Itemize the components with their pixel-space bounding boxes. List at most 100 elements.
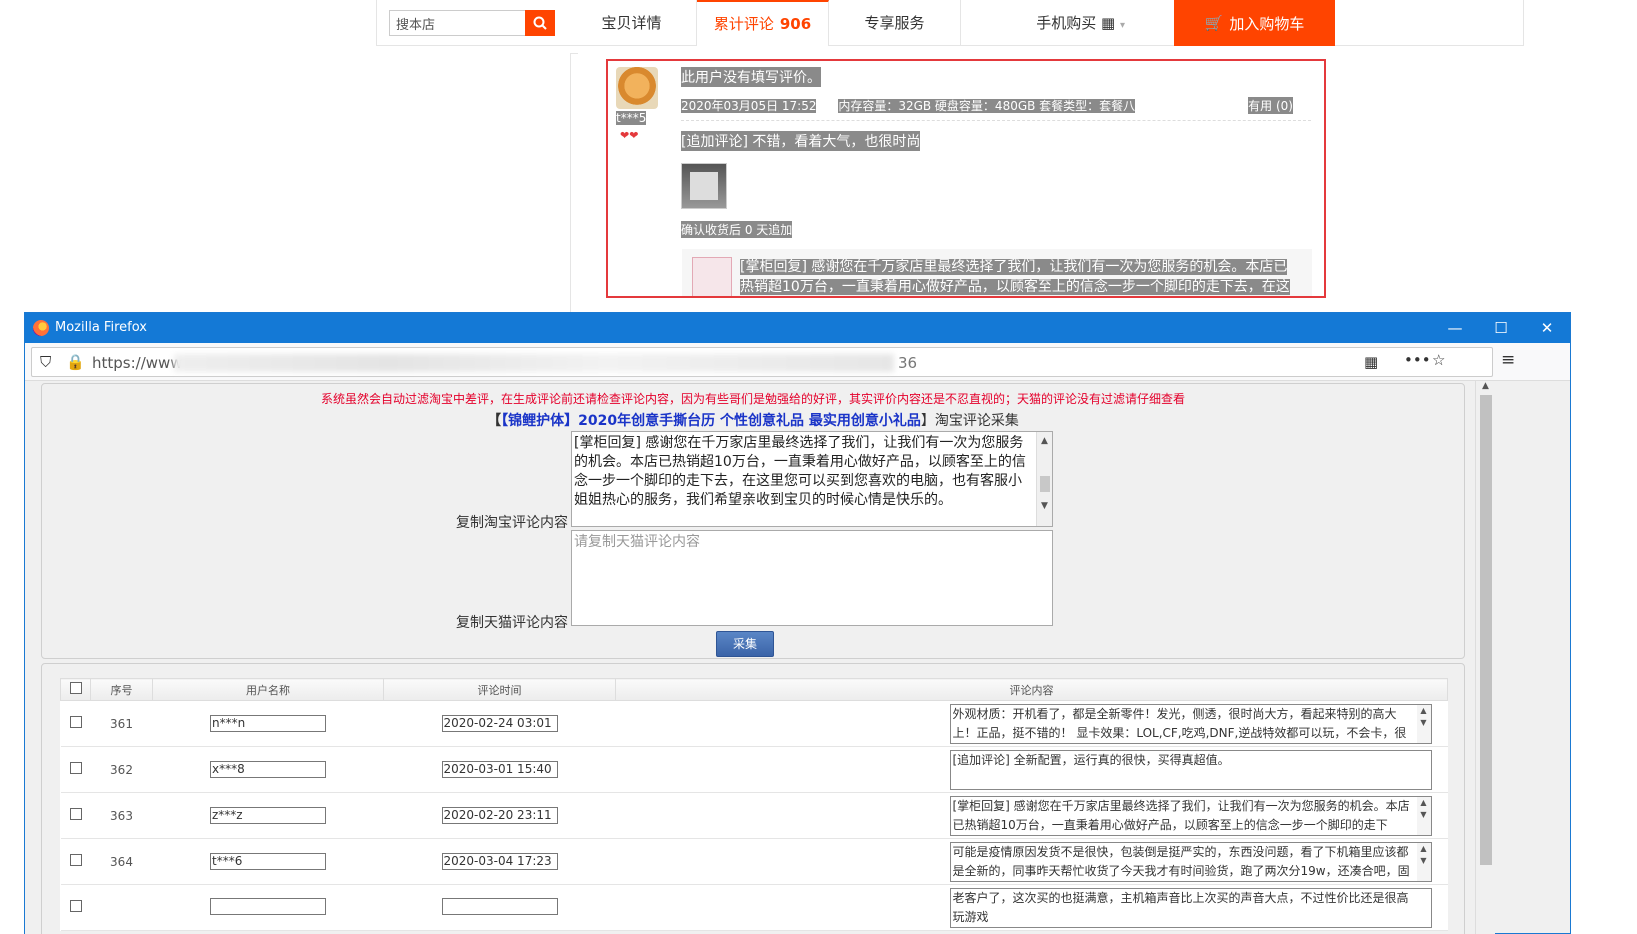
maximize-button[interactable]: ☐	[1478, 313, 1524, 343]
review-append: [追加评论] 不错，看着大气，也很时尚	[681, 131, 921, 151]
product-title: 【【锦鲤护体】2020年创意手撕台历 个性创意礼品 最实用创意小礼品】淘宝评论采…	[42, 410, 1464, 430]
review-specs: 内存容量：32GB 硬盘容量：480GB 套餐类型：套餐八	[838, 99, 1136, 113]
tab-reviews[interactable]: 累计评论 906	[697, 0, 829, 46]
table-row: 363 z***z 2020-02-20 23:11 [掌柜回复] 感谢您在千万…	[60, 792, 1448, 839]
row-comment-cell: 外观材质：开机看了，都是全新零件！发光，侧透，很时尚大方，看起来特别的高大上！正…	[615, 700, 1448, 747]
taobao-review-textarea[interactable]: [掌柜回复] 感谢您在千万家店里最终选择了我们，让我们有一次为您服务的机会。本店…	[571, 431, 1053, 527]
review-table: 序号 用户名称 评论时间 评论内容 361 n***n 2020-02-24 0…	[60, 678, 1448, 931]
row-comment-cell: [追加评论] 全新配置，运行真的很快，买得真超值。	[615, 746, 1448, 793]
row-checkbox[interactable]	[69, 854, 82, 866]
tab-mobile-label: 手机购买	[1036, 14, 1097, 32]
select-all-checkbox[interactable]	[69, 682, 82, 694]
row-time-cell: 2020-03-01 15:40	[383, 746, 616, 793]
tab-mobile-buy[interactable]: 手机购买 ▦ ▾	[961, 0, 1151, 46]
row-select-cell	[60, 838, 91, 885]
tmall-review-textarea[interactable]: 请复制天猫评论内容	[571, 530, 1053, 626]
row-time-input[interactable]: 2020-02-20 23:11	[441, 807, 558, 824]
more-actions-icon[interactable]: •••	[1404, 351, 1431, 369]
shield-icon[interactable]: ⛉	[40, 353, 51, 371]
row-user-input[interactable]: z***z	[210, 807, 326, 824]
row-time-input[interactable]: 2020-03-01 15:40	[441, 761, 558, 778]
row-comment-text: [追加评论] 全新配置，运行真的很快，买得真超值。	[952, 752, 1230, 767]
review-meta: 2020年03月05日 17:52 内存容量：32GB 硬盘容量：480GB 套…	[681, 97, 1311, 121]
product-name[interactable]: 【锦鲤护体】2020年创意手撕台历 个性创意礼品 最实用创意小礼品	[501, 413, 921, 429]
useful-button[interactable]: 有用 (0)	[1248, 97, 1293, 114]
row-comment-text: [掌柜回复] 感谢您在千万家店里最终选择了我们，让我们有一次为您服务的机会。本店…	[952, 798, 1410, 832]
row-no: 364	[90, 838, 153, 885]
textarea-scrollbar[interactable]: ▲ ▼	[1416, 704, 1431, 743]
address-bar[interactable]: ⛉ 🔒 https://www 36 ▦ ••• ☆	[31, 347, 1493, 377]
row-comment-textarea[interactable]: 可能是疫情原因发货不是很快，包装倒是挺严实的，东西没问题，看了下机箱里应该都是全…	[949, 841, 1432, 882]
scroll-up-icon[interactable]: ▲	[1476, 381, 1495, 391]
tab-service[interactable]: 专享服务	[829, 0, 961, 46]
taobao-review-value: [掌柜回复] 感谢您在千万家店里最终选择了我们，让我们有一次为您服务的机会。本店…	[574, 435, 1026, 508]
row-checkbox[interactable]	[69, 716, 82, 728]
select-all-header[interactable]	[60, 678, 91, 701]
review-item-highlighted: t***5 ❤❤ 此用户没有填写评价。 2020年03月05日 17:52 内存…	[606, 59, 1326, 298]
review-photo[interactable]	[681, 163, 727, 209]
url-redacted	[174, 354, 894, 372]
row-comment-cell: 可能是疫情原因发货不是很快，包装倒是挺严实的，东西没问题，看了下机箱里应该都是全…	[615, 838, 1448, 885]
row-time-input[interactable]: 2020-02-24 03:01	[441, 715, 558, 732]
minimize-button[interactable]: —	[1432, 313, 1478, 343]
row-comment-textarea[interactable]: 外观材质：开机看了，都是全新零件！发光，侧透，很时尚大方，看起来特别的高大上！正…	[949, 703, 1432, 744]
row-comment-text: 可能是疫情原因发货不是很快，包装倒是挺严实的，东西没问题，看了下机箱里应该都是全…	[952, 844, 1410, 878]
row-time-cell: 2020-03-04 17:23	[383, 838, 616, 885]
member-badge-icon: ❤❤	[620, 129, 639, 142]
column-header-no[interactable]: 序号	[90, 678, 153, 701]
add-to-cart-button[interactable]: 🛒 加入购物车	[1174, 0, 1335, 46]
row-select-cell	[60, 792, 91, 839]
row-user-input[interactable]	[210, 897, 326, 915]
warning-text: 系统虽然会自动过滤淘宝中差评，在生成评论前还请检查评论内容，因为有些哥们是勉强给…	[320, 392, 1185, 406]
review-text: 此用户没有填写评价。	[681, 67, 821, 87]
row-user-cell: z***z	[152, 792, 384, 839]
review-count: 906	[779, 15, 812, 33]
avatar	[616, 67, 658, 109]
row-time-cell: 2020-02-24 03:01	[383, 700, 616, 747]
tab-reviews-label: 累计评论	[713, 15, 774, 33]
textarea-scrollbar[interactable]: ▲ ▼	[1416, 796, 1431, 835]
qrcode-icon[interactable]: ▦	[1364, 353, 1378, 371]
shop-nav-bar: 搜本店 宝贝详情 累计评论 906 专享服务 手机购买 ▦ ▾ 🛒 加入购物车	[376, 0, 1524, 46]
column-header-user[interactable]: 用户名称	[152, 678, 384, 701]
shop-search-input[interactable]: 搜本店	[389, 10, 527, 36]
row-select-cell	[60, 746, 91, 793]
row-comment-textarea[interactable]: 老客户了，这次买的也挺满意，主机箱声音比上次买的声音大点，不过性价比还是很高玩游…	[949, 887, 1432, 928]
window-title: Mozilla Firefox	[55, 320, 147, 335]
menu-icon[interactable]: ≡	[1501, 350, 1515, 370]
row-comment-textarea[interactable]: [掌柜回复] 感谢您在千万家店里最终选择了我们，让我们有一次为您服务的机会。本店…	[949, 795, 1432, 836]
column-header-comment[interactable]: 评论内容	[615, 678, 1448, 701]
row-user-cell: t***6	[152, 838, 384, 885]
window-titlebar: Mozilla Firefox — ☐ ✕	[25, 313, 1570, 343]
page-scrollbar[interactable]: ▲	[1475, 381, 1495, 934]
collect-button[interactable]: 采集	[716, 631, 774, 657]
row-time-input[interactable]	[441, 897, 558, 915]
row-checkbox[interactable]	[69, 762, 82, 774]
row-comment-text: 外观材质：开机看了，都是全新零件！发光，侧透，很时尚大方，看起来特别的高大上！正…	[952, 706, 1407, 740]
shop-search-button[interactable]	[525, 10, 555, 36]
title-open: 【	[487, 413, 502, 429]
row-time-input[interactable]: 2020-03-04 17:23	[441, 853, 558, 870]
row-checkbox[interactable]	[69, 808, 82, 820]
close-button[interactable]: ✕	[1524, 313, 1570, 343]
review-table-panel: 序号 用户名称 评论时间 评论内容 361 n***n 2020-02-24 0…	[41, 663, 1465, 934]
lock-icon[interactable]: 🔒	[66, 353, 85, 371]
scrollbar-thumb[interactable]	[1480, 395, 1492, 865]
table-header-row: 序号 用户名称 评论时间 评论内容	[60, 678, 1448, 701]
row-comment-text: 老客户了，这次买的也挺满意，主机箱声音比上次买的声音大点，不过性价比还是很高玩游…	[952, 890, 1409, 924]
row-user-input[interactable]: x***8	[210, 761, 326, 778]
column-header-time[interactable]: 评论时间	[383, 678, 616, 701]
row-no: 363	[90, 792, 153, 839]
textarea-scrollbar[interactable]: ▲ ▼	[1416, 842, 1431, 881]
row-user-cell: x***8	[152, 746, 384, 793]
divider	[570, 53, 571, 313]
row-user-input[interactable]: t***6	[210, 853, 326, 870]
row-comment-textarea[interactable]: [追加评论] 全新配置，运行真的很快，买得真超值。	[949, 749, 1432, 790]
table-row: 362 x***8 2020-03-01 15:40 [追加评论] 全新配置，运…	[60, 746, 1448, 793]
bookmark-star-icon[interactable]: ☆	[1432, 351, 1445, 369]
textarea-scrollbar[interactable]: ▲ ▼	[1036, 432, 1052, 526]
row-user-input[interactable]: n***n	[210, 715, 326, 732]
tab-item-detail[interactable]: 宝贝详情	[567, 0, 697, 46]
tmall-review-label: 复制天猫评论内容	[456, 615, 568, 631]
row-checkbox[interactable]	[69, 900, 82, 912]
